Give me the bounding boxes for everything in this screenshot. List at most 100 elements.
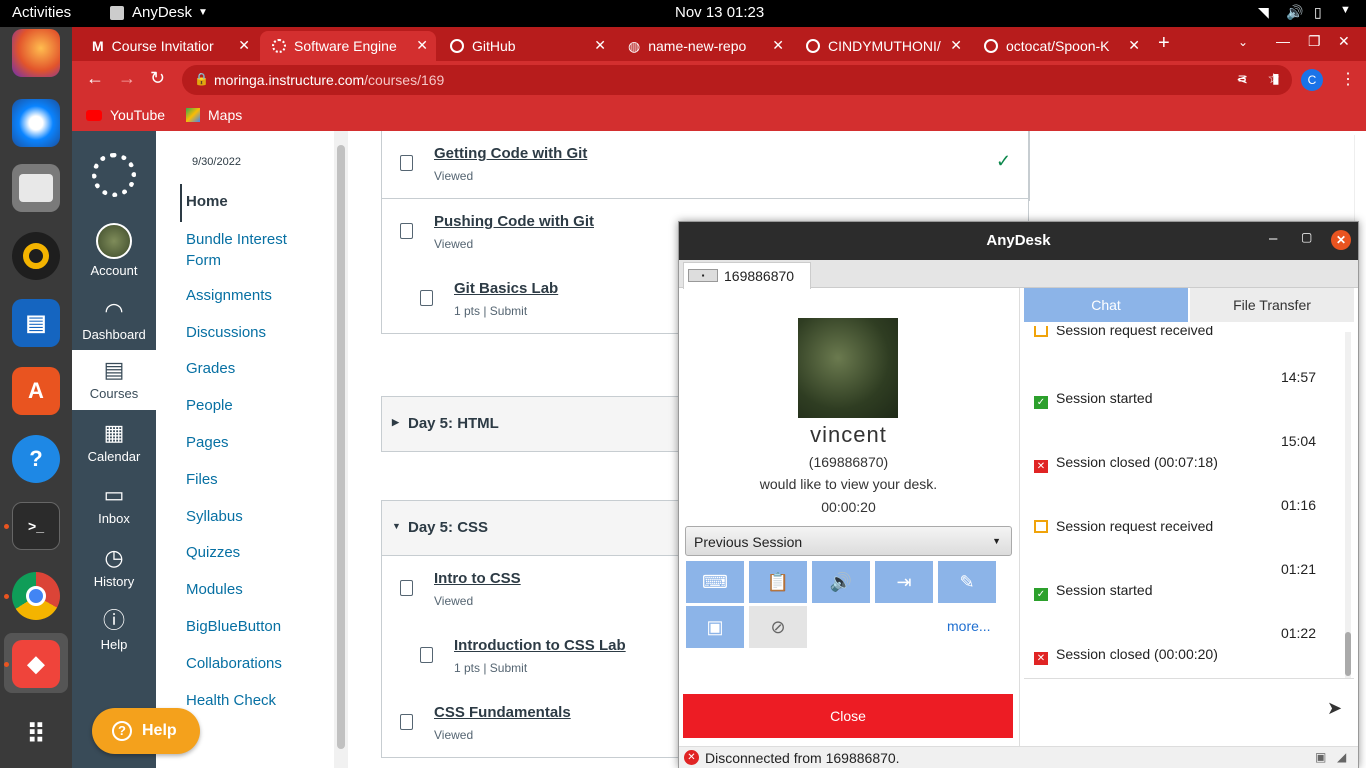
terminal-icon[interactable]: >_ bbox=[12, 502, 60, 550]
back-icon[interactable]: ← bbox=[86, 68, 104, 89]
help-floating-button[interactable]: ? Help bbox=[92, 708, 200, 754]
course-nav-bundle[interactable]: Bundle Interest Form bbox=[186, 229, 316, 271]
tab-search-chevron-icon[interactable]: ⌄ bbox=[1238, 35, 1248, 49]
clipboard-permission-button[interactable]: 📋 bbox=[749, 561, 807, 603]
draw-permission-button[interactable]: ✎ bbox=[938, 561, 996, 603]
divider bbox=[1024, 678, 1354, 679]
running-indicator bbox=[4, 594, 9, 599]
software-center-icon[interactable]: A bbox=[12, 367, 60, 415]
module-item-title[interactable]: Pushing Code with Git bbox=[434, 213, 594, 230]
record-permission-button[interactable]: ▣ bbox=[686, 606, 744, 648]
course-nav-files[interactable]: Files bbox=[186, 471, 218, 488]
audio-permission-button[interactable]: 🔊 bbox=[812, 561, 870, 603]
chrome-icon[interactable] bbox=[12, 572, 60, 620]
bookmark-maps[interactable]: Maps bbox=[186, 107, 242, 123]
course-nav-health-check[interactable]: Health Check bbox=[186, 692, 276, 709]
nav-dashboard[interactable]: ◠ Dashboard bbox=[72, 297, 156, 342]
course-nav-bigbluebutton[interactable]: BigBlueButton bbox=[186, 618, 281, 635]
new-tab-icon[interactable]: + bbox=[1158, 32, 1170, 55]
canvas-logo[interactable] bbox=[92, 153, 136, 197]
wifi-icon[interactable]: ◥ bbox=[1258, 4, 1269, 21]
reading-list-icon[interactable]: ≡ bbox=[1238, 70, 1246, 86]
minimize-icon[interactable]: — bbox=[1276, 33, 1290, 49]
app-menu[interactable]: AnyDesk ▼ bbox=[110, 4, 208, 21]
course-nav-quizzes[interactable]: Quizzes bbox=[186, 544, 240, 561]
maximize-icon[interactable]: ▢ bbox=[1301, 230, 1312, 244]
module-item-title[interactable]: Introduction to CSS Lab bbox=[454, 637, 626, 654]
course-nav-grades[interactable]: Grades bbox=[186, 360, 235, 377]
scrollbar[interactable] bbox=[334, 131, 348, 768]
browser-tab-active[interactable]: Software Engine ✕ bbox=[260, 31, 436, 61]
file-permission-button[interactable]: ⇥ bbox=[875, 561, 933, 603]
anydesk-icon[interactable]: ◆ bbox=[12, 640, 60, 688]
files-icon[interactable] bbox=[12, 164, 60, 212]
nav-help[interactable]: ⓘ Help bbox=[72, 607, 156, 652]
tab-file-transfer[interactable]: File Transfer bbox=[1190, 288, 1354, 322]
course-nav-people[interactable]: People bbox=[186, 397, 233, 414]
pen-icon: ✎ bbox=[959, 571, 975, 592]
close-window-icon[interactable]: ✕ bbox=[1338, 33, 1350, 50]
privacy-mode-button[interactable]: ⊘ bbox=[749, 606, 807, 648]
close-tab-icon[interactable]: ✕ bbox=[594, 37, 606, 54]
session-dropdown[interactable]: Previous Session ▼ bbox=[685, 526, 1012, 556]
close-tab-icon[interactable]: ✕ bbox=[772, 37, 784, 54]
browser-tab[interactable]: GitHub ✕ bbox=[438, 31, 614, 61]
nav-inbox[interactable]: ▭ Inbox bbox=[72, 481, 156, 526]
browser-tab[interactable]: CINDYMUTHONI/ ✕ bbox=[794, 31, 970, 61]
module-item-title[interactable]: Git Basics Lab bbox=[454, 280, 558, 297]
chat-input[interactable] bbox=[1024, 680, 1319, 740]
rhythmbox-icon[interactable] bbox=[12, 232, 60, 280]
address-bar[interactable]: 🔒 moringa.instructure.com/courses/169 ⋖ … bbox=[182, 65, 1292, 95]
close-tab-icon[interactable]: ✕ bbox=[950, 37, 962, 54]
close-tab-icon[interactable]: ✕ bbox=[1128, 37, 1140, 54]
session-tab[interactable]: ▪ 169886870 bbox=[683, 262, 811, 289]
nav-calendar[interactable]: ▦ Calendar bbox=[72, 419, 156, 464]
tab-chat[interactable]: Chat bbox=[1024, 288, 1188, 322]
module-item-title[interactable]: Intro to CSS bbox=[434, 570, 521, 587]
menu-kebab-icon[interactable]: ⋮ bbox=[1340, 69, 1356, 89]
close-window-icon[interactable]: ✕ bbox=[1331, 230, 1351, 250]
firefox-icon[interactable] bbox=[12, 29, 60, 77]
send-icon[interactable]: ➤ bbox=[1327, 698, 1342, 719]
course-nav-assignments[interactable]: Assignments bbox=[186, 287, 272, 304]
browser-tab[interactable]: ◍ name-new-repo ✕ bbox=[616, 31, 792, 61]
bookmark-youtube[interactable]: YouTube bbox=[86, 107, 165, 123]
browser-tab[interactable]: M Course Invitatior ✕ bbox=[80, 31, 258, 61]
module-item[interactable]: Getting Code with Git Viewed ✓ bbox=[381, 131, 1029, 199]
battery-icon[interactable]: ▯ bbox=[1314, 4, 1322, 21]
more-link[interactable]: more... bbox=[947, 618, 991, 634]
volume-icon[interactable]: 🔊 bbox=[1286, 4, 1303, 21]
anydesk-window: AnyDesk – ▢ ✕ ▪ 169886870 vincent (16988… bbox=[678, 221, 1359, 768]
module-item-title[interactable]: Getting Code with Git bbox=[434, 145, 587, 162]
reload-icon[interactable]: ↻ bbox=[150, 68, 165, 89]
forward-icon[interactable]: → bbox=[118, 68, 136, 89]
course-nav-discussions[interactable]: Discussions bbox=[186, 324, 266, 341]
course-nav-home[interactable]: Home bbox=[186, 193, 228, 210]
browser-tab[interactable]: octocat/Spoon-K ✕ bbox=[972, 31, 1148, 61]
nav-history[interactable]: ◷ History bbox=[72, 544, 156, 589]
minimize-icon[interactable]: – bbox=[1269, 230, 1277, 247]
anydesk-titlebar: AnyDesk – ▢ ✕ bbox=[679, 222, 1358, 260]
nav-courses[interactable]: ▤ Courses bbox=[72, 350, 156, 410]
course-nav-collaborations[interactable]: Collaborations bbox=[186, 655, 282, 672]
maximize-icon[interactable]: ❐ bbox=[1308, 33, 1321, 50]
system-menu-chevron-icon[interactable]: ▼ bbox=[1340, 4, 1351, 16]
help-app-icon[interactable]: ? bbox=[12, 435, 60, 483]
chat-scrollbar[interactable] bbox=[1345, 332, 1351, 678]
close-tab-icon[interactable]: ✕ bbox=[238, 37, 250, 54]
course-nav-modules[interactable]: Modules bbox=[186, 581, 243, 598]
course-nav-pages[interactable]: Pages bbox=[186, 434, 229, 451]
profile-avatar[interactable]: C bbox=[1301, 69, 1323, 91]
nav-account[interactable]: Account bbox=[72, 223, 156, 278]
app-grid-icon[interactable]: ⠿ bbox=[12, 710, 60, 758]
module-item-title[interactable]: CSS Fundamentals bbox=[434, 704, 571, 721]
side-panel-icon[interactable]: ▮ bbox=[1272, 70, 1280, 87]
libreoffice-writer-icon[interactable]: ▤ bbox=[12, 299, 60, 347]
keyboard-mouse-permission-button[interactable]: ⌨ bbox=[686, 561, 744, 603]
close-button[interactable]: Close bbox=[683, 694, 1013, 738]
thunderbird-icon[interactable] bbox=[12, 99, 60, 147]
course-nav-syllabus[interactable]: Syllabus bbox=[186, 508, 243, 525]
activities-button[interactable]: Activities bbox=[12, 4, 71, 21]
clock[interactable]: Nov 13 01:23 bbox=[675, 4, 764, 21]
close-tab-icon[interactable]: ✕ bbox=[416, 37, 428, 54]
